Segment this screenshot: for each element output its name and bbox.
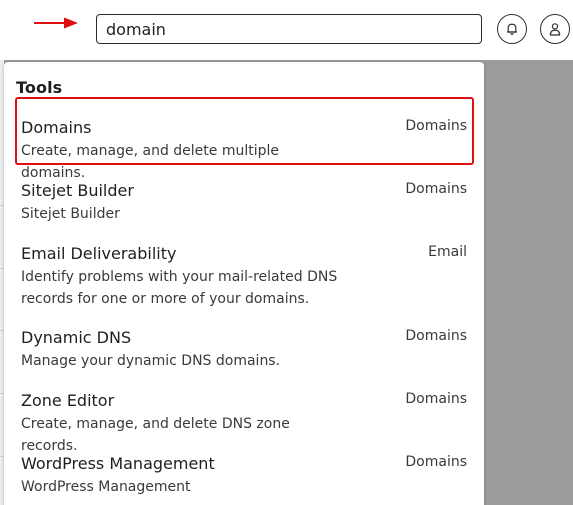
result-item-description: WordPress Management [21, 479, 191, 495]
result-item-name: WordPress Management [21, 454, 215, 473]
result-item-description: Sitejet Builder [21, 206, 120, 222]
screen: Tools Domains Domains Create, manage, an… [0, 0, 573, 505]
result-item-email-deliverability[interactable]: Email Deliverability Email Identify prob… [4, 228, 484, 312]
result-item-dynamic-dns[interactable]: Dynamic DNS Domains Manage your dynamic … [4, 312, 484, 375]
result-item-description: Manage your dynamic DNS domains. [21, 353, 281, 369]
search-field[interactable] [96, 14, 482, 44]
result-item-domains[interactable]: Domains Domains Create, manage, and dele… [4, 97, 484, 181]
result-item-name: Zone Editor [21, 391, 115, 410]
result-item-category: Domains [405, 181, 467, 197]
result-item-name: Domains [21, 118, 92, 137]
top-bar [0, 0, 573, 60]
result-item-category: Domains [405, 118, 467, 134]
result-item-name: Sitejet Builder [21, 181, 134, 200]
right-arrow-icon [34, 17, 78, 29]
bell-icon [507, 23, 517, 35]
search-input[interactable] [106, 19, 481, 39]
user-menu-button[interactable] [540, 14, 570, 44]
result-item-name: Email Deliverability [21, 244, 177, 263]
result-item-zone-editor[interactable]: Zone Editor Domains Create, manage, and … [4, 375, 484, 454]
result-item-sitejet-builder[interactable]: Sitejet Builder Domains Sitejet Builder [4, 165, 484, 228]
result-item-category: Domains [405, 391, 467, 407]
notifications-button[interactable] [497, 14, 527, 44]
result-item-category: Domains [405, 454, 467, 470]
result-item-wordpress-management[interactable]: WordPress Management Domains WordPress M… [4, 438, 484, 501]
result-item-name: Dynamic DNS [21, 328, 132, 347]
result-item-category: Domains [405, 328, 467, 344]
result-item-description: Identify problems with your mail-related… [21, 269, 338, 307]
section-title: Tools [16, 78, 63, 97]
user-icon [549, 23, 561, 36]
search-results-dropdown: Tools Domains Domains Create, manage, an… [4, 62, 484, 505]
result-item-category: Email [428, 244, 467, 260]
